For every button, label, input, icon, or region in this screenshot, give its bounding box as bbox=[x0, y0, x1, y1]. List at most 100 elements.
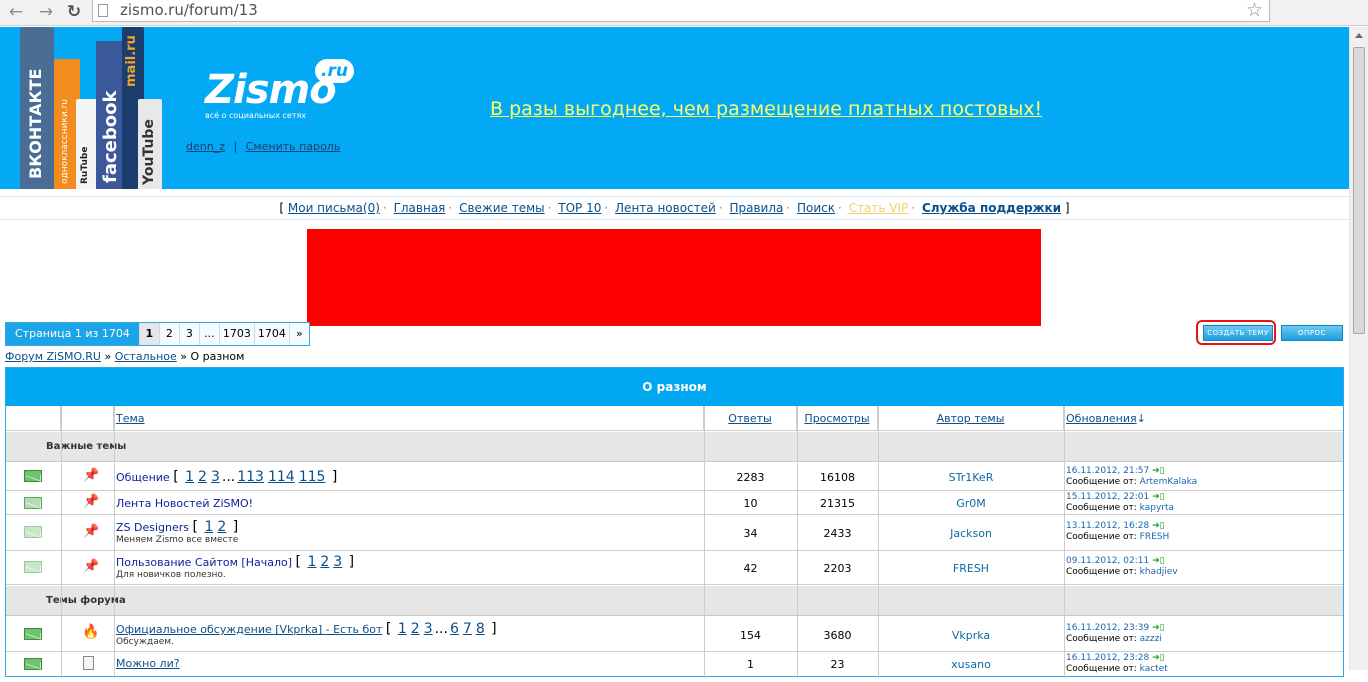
breadcrumb-root[interactable]: Форум ZiSMO.RU bbox=[5, 350, 101, 363]
page-ellipsis[interactable]: ... bbox=[198, 323, 219, 345]
page-scrollbar[interactable] bbox=[1349, 27, 1368, 670]
last-post-author[interactable]: ArtemKalaka bbox=[1140, 477, 1198, 487]
topic-page-link[interactable]: 7 bbox=[463, 621, 472, 637]
topic-page-link[interactable]: 2 bbox=[217, 519, 226, 535]
sort-views-link[interactable]: Просмотры bbox=[804, 412, 869, 425]
go-to-last-icon[interactable]: ➔▯ bbox=[1152, 466, 1165, 476]
topic-page-link[interactable]: 113 bbox=[237, 469, 264, 485]
address-bar[interactable]: zismo.ru/forum/13 ☆ bbox=[92, 0, 1270, 22]
section-forum-topics: Темы форума bbox=[6, 586, 1343, 616]
nav-sep: · bbox=[448, 201, 453, 215]
topic-cell: ZS Designers [ 12 ] Меняем Zismo все вме… bbox=[116, 519, 238, 545]
topic-pages: [ 12 ] bbox=[192, 519, 239, 535]
page-link[interactable]: 3 bbox=[178, 323, 199, 345]
topic-page-link[interactable]: 1 bbox=[398, 621, 407, 637]
topic-link[interactable]: Можно ли? bbox=[116, 657, 180, 670]
site-header: ВКОНТАКТЕ одноклассники.ru RuTube facebo… bbox=[0, 27, 1349, 189]
last-post-author[interactable]: kapyrta bbox=[1140, 503, 1174, 513]
nav-my-messages[interactable]: Мои письма(0) bbox=[288, 201, 380, 215]
topic-link[interactable]: Общение bbox=[116, 471, 170, 484]
poll-button[interactable]: ОПРОС bbox=[1281, 325, 1343, 341]
nav-rules[interactable]: Правила bbox=[729, 201, 783, 215]
change-password-link[interactable]: Сменить пароль bbox=[246, 140, 341, 153]
topic-page-link[interactable]: 6 bbox=[450, 621, 459, 637]
last-post-author[interactable]: khadjiev bbox=[1140, 567, 1178, 577]
last-post-date: 15.11.2012, 22:01 bbox=[1066, 492, 1150, 502]
sort-replies-link[interactable]: Ответы bbox=[728, 412, 771, 425]
username-link[interactable]: denn_z bbox=[186, 140, 225, 153]
topic-page-link[interactable]: 2 bbox=[198, 469, 207, 485]
topic-page-link[interactable]: 114 bbox=[268, 469, 295, 485]
page-link[interactable]: 1704 bbox=[253, 323, 289, 345]
last-post: 13.11.2012, 16:28 ➔▯ Сообщение от: FRESH bbox=[1066, 521, 1169, 543]
forward-arrow-icon[interactable]: → bbox=[36, 2, 56, 22]
topic-link[interactable]: ZS Designers bbox=[116, 521, 189, 534]
topic-page-link[interactable]: 2 bbox=[320, 554, 329, 570]
topic-link[interactable]: Официальное обсуждение [Vkprka] - Есть б… bbox=[116, 623, 382, 636]
author-link[interactable]: Vkprka bbox=[878, 629, 1064, 642]
author-link[interactable]: Jackson bbox=[878, 527, 1064, 540]
nav-top10[interactable]: TOP 10 bbox=[558, 201, 601, 215]
bookmark-star-icon[interactable]: ☆ bbox=[1246, 0, 1263, 21]
scroll-thumb[interactable] bbox=[1353, 47, 1365, 334]
nav-become-vip[interactable]: Стать VIP bbox=[849, 201, 909, 215]
author-link[interactable]: STr1KeR bbox=[878, 471, 1064, 484]
vkontakte-strip: ВКОНТАКТЕ bbox=[20, 27, 54, 189]
replies-count: 1 bbox=[747, 658, 754, 671]
page-next[interactable]: » bbox=[288, 323, 309, 345]
col-icon2 bbox=[61, 406, 114, 430]
last-post-author[interactable]: kactet bbox=[1140, 664, 1168, 674]
scroll-up-icon[interactable] bbox=[1355, 33, 1363, 38]
topic-link[interactable]: Лента Новостей ZiSMO! bbox=[116, 497, 253, 510]
sort-author-link[interactable]: Автор темы bbox=[937, 412, 1005, 425]
new-topic-button[interactable]: СОЗДАТЬ ТЕМУ bbox=[1203, 325, 1273, 341]
topic-page-link[interactable]: 3 bbox=[424, 621, 433, 637]
topic-page-link[interactable]: 1 bbox=[185, 469, 194, 485]
last-post-author[interactable]: FRESH bbox=[1140, 532, 1170, 542]
topic-page-link[interactable]: 8 bbox=[476, 621, 485, 637]
last-post: 16.11.2012, 23:28 ➔▯ Сообщение от: kacte… bbox=[1066, 653, 1168, 675]
author-link[interactable]: FRESH bbox=[878, 562, 1064, 575]
sort-updates-link[interactable]: Обновления bbox=[1066, 412, 1137, 425]
promo-link[interactable]: В разы выгоднее, чем размещение платных … bbox=[490, 98, 1042, 120]
nav-support[interactable]: Служба поддержки bbox=[922, 201, 1061, 215]
nav-news-feed[interactable]: Лента новостей bbox=[615, 201, 716, 215]
go-to-last-icon[interactable]: ➔▯ bbox=[1152, 556, 1165, 566]
go-to-last-icon[interactable]: ➔▯ bbox=[1152, 623, 1165, 633]
col-topic: Тема bbox=[114, 406, 704, 430]
ad-banner[interactable] bbox=[307, 229, 1041, 326]
nav-sep: · bbox=[604, 201, 609, 215]
nav-home[interactable]: Главная bbox=[394, 201, 446, 215]
replies-count: 10 bbox=[743, 497, 758, 510]
topic-link[interactable]: Пользование Сайтом [Начало] bbox=[116, 556, 292, 569]
breadcrumb-parent[interactable]: Остальное bbox=[115, 350, 177, 363]
page-link[interactable]: 2 bbox=[158, 323, 179, 345]
topic-page-link[interactable]: 1 bbox=[204, 519, 213, 535]
go-to-last-icon[interactable]: ➔▯ bbox=[1152, 492, 1165, 502]
logo-tagline: всё о социальных сетях bbox=[205, 111, 307, 120]
last-post-prefix: Сообщение от: bbox=[1066, 532, 1137, 542]
url-text[interactable]: zismo.ru/forum/13 bbox=[120, 1, 258, 19]
zismo-logo[interactable]: Zismo .ru всё о социальных сетях bbox=[205, 59, 354, 120]
nav-fresh-topics[interactable]: Свежие темы bbox=[459, 201, 545, 215]
author-link[interactable]: Gr0M bbox=[878, 497, 1064, 510]
last-post: 15.11.2012, 22:01 ➔▯ Сообщение от: kapyr… bbox=[1066, 492, 1174, 514]
topic-page-link[interactable]: 2 bbox=[411, 621, 420, 637]
page-link-current[interactable]: 1 bbox=[138, 323, 159, 345]
go-to-last-icon[interactable]: ➔▯ bbox=[1152, 653, 1165, 663]
topic-page-link[interactable]: 1 bbox=[307, 554, 316, 570]
last-post-author[interactable]: azzzi bbox=[1140, 634, 1162, 644]
sort-topic-link[interactable]: Тема bbox=[116, 412, 145, 425]
reload-icon[interactable]: ↻ bbox=[64, 2, 84, 22]
top-navigation: [ Мои письма(0) · Главная · Свежие темы · T… bbox=[0, 196, 1349, 220]
go-to-last-icon[interactable]: ➔▯ bbox=[1152, 521, 1165, 531]
replies-count: 34 bbox=[743, 527, 758, 540]
topic-page-link[interactable]: 3 bbox=[211, 469, 220, 485]
author-link[interactable]: xusano bbox=[878, 658, 1064, 671]
topic-page-link[interactable]: 115 bbox=[299, 469, 326, 485]
nav-sep: · bbox=[382, 201, 387, 215]
page-link[interactable]: 1703 bbox=[218, 323, 254, 345]
topic-page-link[interactable]: 3 bbox=[333, 554, 342, 570]
nav-search[interactable]: Поиск bbox=[797, 201, 835, 215]
back-arrow-icon[interactable]: ← bbox=[6, 2, 26, 22]
